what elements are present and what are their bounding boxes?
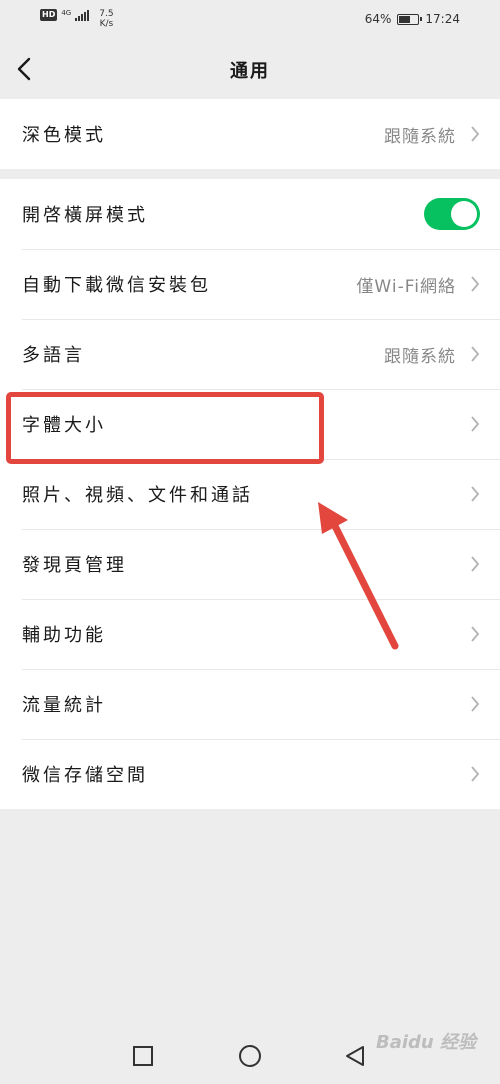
settings-row-discover[interactable]: 發現頁管理 — [0, 529, 500, 599]
watermark: Baidu 经验 — [375, 1032, 476, 1053]
row-label: 多語言 — [22, 345, 85, 366]
recents-square-icon[interactable] — [132, 1045, 154, 1067]
status-bar: HD 4G 7.5 K/s 64% 17:24 — [0, 0, 500, 40]
chevron-right-icon — [471, 346, 480, 362]
toggle-knob — [451, 201, 477, 227]
chevron-right-icon — [471, 416, 480, 432]
battery-percent: 64% — [364, 12, 392, 26]
row-label: 發現頁管理 — [22, 555, 127, 576]
landscape-toggle[interactable] — [424, 198, 480, 230]
row-value: 跟隨系統 — [384, 126, 456, 147]
speed-value: 7.5 — [99, 9, 114, 19]
settings-row-media[interactable]: 照片、視頻、文件和通話 — [0, 459, 500, 529]
chevron-right-icon — [471, 766, 480, 782]
settings-row-auto-download[interactable]: 自動下載微信安裝包 僅Wi-Fi網絡 — [0, 249, 500, 319]
settings-group-general: 開啓橫屏模式 自動下載微信安裝包 僅Wi-Fi網絡 多語言 跟隨系統 字體大小 … — [0, 179, 500, 809]
chevron-right-icon — [471, 696, 480, 712]
speed-unit: K/s — [99, 19, 114, 29]
settings-row-landscape[interactable]: 開啓橫屏模式 — [0, 179, 500, 249]
row-label: 輔助功能 — [22, 625, 106, 646]
settings-row-language[interactable]: 多語言 跟隨系統 — [0, 319, 500, 389]
page-title: 通用 — [230, 61, 270, 82]
network-type: 4G — [61, 9, 72, 17]
row-value: 僅Wi-Fi網絡 — [356, 276, 456, 297]
hd-badge: HD — [40, 9, 58, 21]
settings-row-font-size[interactable]: 字體大小 — [0, 389, 500, 459]
battery-fill — [399, 15, 411, 23]
clock: 17:24 — [425, 12, 460, 26]
chevron-right-icon — [471, 626, 480, 642]
row-label: 深色模式 — [22, 125, 106, 146]
chevron-right-icon — [471, 556, 480, 572]
row-label: 開啓橫屏模式 — [22, 205, 148, 226]
back-triangle-icon[interactable] — [344, 1045, 366, 1067]
network-speed: 7.5 K/s — [99, 9, 113, 29]
chevron-right-icon — [471, 486, 480, 502]
row-label: 照片、視頻、文件和通話 — [22, 485, 253, 506]
status-right: 64% 17:24 — [365, 12, 460, 26]
chevron-right-icon — [471, 276, 480, 292]
chevron-right-icon — [471, 126, 480, 142]
row-label: 自動下載微信安裝包 — [22, 275, 211, 296]
row-value: 跟隨系統 — [384, 346, 456, 367]
status-left: HD 4G 7.5 K/s — [40, 9, 114, 29]
row-label: 流量統計 — [22, 695, 106, 716]
row-label: 微信存儲空間 — [22, 765, 148, 786]
battery-icon — [397, 13, 423, 25]
settings-group-display: 深色模式 跟隨系統 — [0, 99, 500, 169]
row-label: 字體大小 — [22, 415, 106, 436]
nav-bar: 通用 — [0, 40, 500, 98]
home-circle-icon[interactable] — [238, 1044, 262, 1068]
settings-row-accessibility[interactable]: 輔助功能 — [0, 599, 500, 669]
settings-row-storage[interactable]: 微信存儲空間 — [0, 739, 500, 809]
settings-row-dark-mode[interactable]: 深色模式 跟隨系統 — [0, 99, 500, 169]
signal-icon — [75, 9, 90, 21]
settings-row-data-usage[interactable]: 流量統計 — [0, 669, 500, 739]
